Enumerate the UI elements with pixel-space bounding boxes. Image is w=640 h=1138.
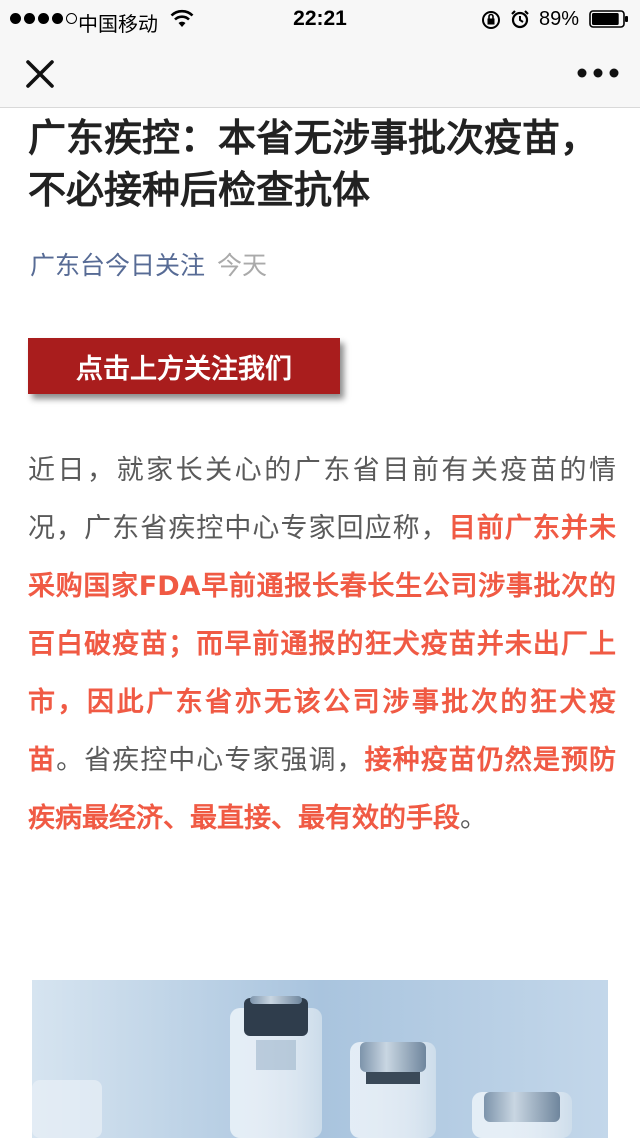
battery-percentage: 89% [539, 8, 580, 30]
vaccine-vials-image [32, 980, 608, 1138]
rotation-lock-icon [482, 11, 500, 29]
account-name-link[interactable]: 广东台今日关注 [30, 251, 205, 280]
body-text-segment: 。 [460, 803, 487, 834]
status-bar: 中国移动 22:21 89% [0, 0, 640, 40]
nav-bar [0, 40, 640, 108]
body-highlight: 目前广东并未采购国家FDA早前通报长春长生公司涉事批次的百白破疫苗；而早前通报的… [28, 513, 616, 776]
article-body: 近日，就家长关心的广东省目前有关疫苗的情况，广东省疾控中心专家回应称，目前广东并… [28, 442, 616, 848]
article-title: 广东疾控：本省无涉事批次疫苗，不必接种后检查抗体 [28, 116, 599, 212]
more-icon[interactable] [574, 58, 622, 88]
publish-date: 今天 [217, 251, 268, 280]
follow-banner[interactable]: 点击上方关注我们 [28, 338, 340, 394]
close-icon[interactable] [22, 56, 58, 92]
article-meta: 广东台今日关注 今天 [30, 246, 267, 282]
alarm-icon [511, 10, 529, 29]
battery-icon [589, 10, 628, 28]
body-text-segment: 。省疾控中心专家强调， [56, 745, 365, 776]
